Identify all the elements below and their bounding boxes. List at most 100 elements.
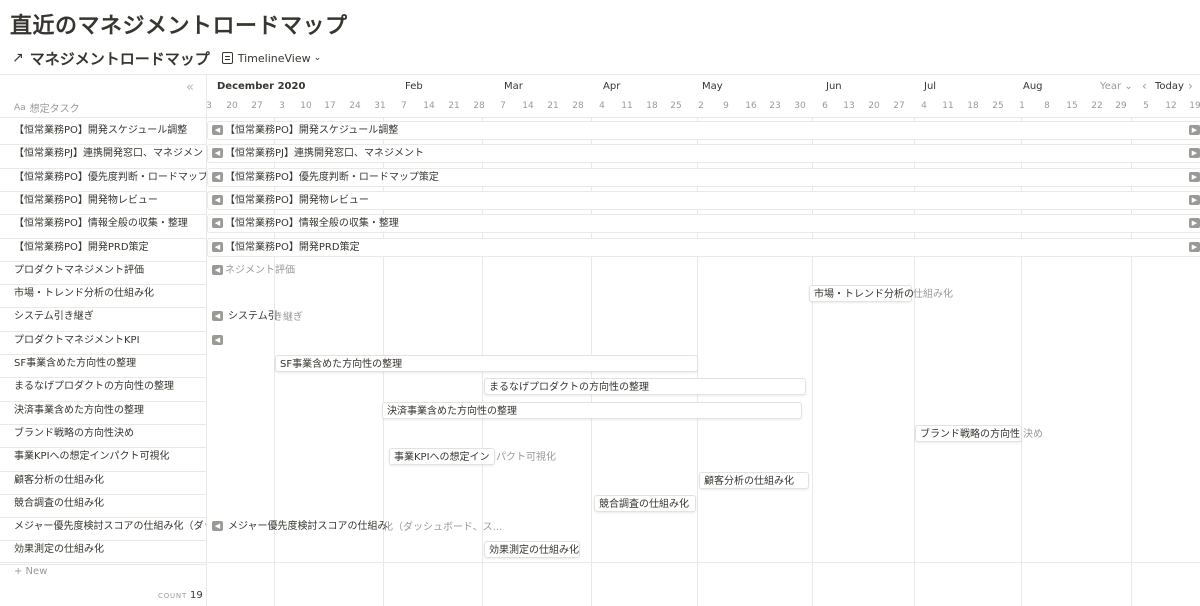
date-tick: 31 — [374, 101, 386, 111]
row-label[interactable]: システム引き継ぎ — [14, 305, 206, 328]
date-tick: 14 — [522, 101, 534, 111]
count-label: COUNT — [158, 592, 188, 600]
arrow-right-icon[interactable]: ▶ — [1189, 195, 1200, 205]
timeline-bar[interactable]: 顧客分析の仕組み化 — [699, 472, 809, 489]
timeline-bar[interactable]: 事業KPIへの想定イン — [389, 448, 495, 465]
timeline-bar[interactable]: 決済事業含めた方向性の整理 — [382, 402, 802, 419]
next-button[interactable]: › — [1188, 79, 1193, 93]
collapse-icon[interactable]: « — [186, 80, 194, 95]
property-header[interactable]: Aa 想定タスク — [14, 100, 80, 116]
row-label[interactable]: 効果測定の仕組み化 — [14, 538, 206, 561]
bar-label: 【恒常業務PO】優先度判断・ロードマップ策定 — [225, 172, 439, 183]
timeline-bar[interactable]: 市場・トレンド分析の — [809, 285, 914, 302]
scale-label: Year — [1100, 81, 1122, 92]
arrow-right-icon[interactable]: ▶ — [1189, 172, 1200, 182]
timeline-bar[interactable]: まるなげプロダクトの方向性の整理 — [484, 378, 806, 395]
date-tick: 14 — [423, 101, 435, 111]
header-bottom-border — [0, 117, 1200, 118]
arrow-left-icon[interactable]: ◀ — [212, 195, 223, 205]
date-tick: 28 — [473, 101, 485, 111]
bar-overflow-label: 仕組み化 — [913, 289, 953, 300]
date-tick: 10 — [300, 101, 312, 111]
arrow-left-icon[interactable]: ◀ — [212, 265, 223, 275]
arrow-left-icon[interactable]: ◀ — [212, 311, 223, 321]
date-tick: 23 — [769, 101, 781, 111]
arrow-left-icon[interactable]: ◀ — [212, 335, 223, 345]
arrow-right-icon[interactable]: ▶ — [1189, 242, 1200, 252]
date-tick: 18 — [967, 101, 979, 111]
arrow-right-icon[interactable]: ▶ — [1189, 148, 1200, 158]
link-arrow-icon[interactable]: ↗ — [12, 50, 24, 66]
today-button[interactable]: Today — [1155, 81, 1184, 92]
arrow-left-icon[interactable]: ◀ — [212, 125, 223, 135]
date-tick: 3 — [206, 101, 212, 111]
database-title[interactable]: マネジメントロードマップ — [30, 48, 210, 69]
date-tick: 6 — [822, 101, 828, 111]
row-label[interactable]: 競合調査の仕組み化 — [14, 492, 206, 515]
date-tick: 22 — [1091, 101, 1103, 111]
date-tick: 15 — [1066, 101, 1078, 111]
row-label[interactable]: 決済事業含めた方向性の整理 — [14, 399, 206, 422]
date-tick: 2 — [698, 101, 704, 111]
view-header: ↗ マネジメントロードマップ TimelineView ⌄ — [12, 47, 321, 69]
scale-select[interactable]: Year ⌄ — [1100, 81, 1133, 92]
date-tick: 7 — [401, 101, 407, 111]
date-tick: 11 — [621, 101, 633, 111]
row-label[interactable]: SF事業含めた方向性の整理 — [14, 352, 206, 375]
arrow-left-icon[interactable]: ◀ — [212, 148, 223, 158]
arrow-left-icon[interactable]: ◀ — [212, 172, 223, 182]
month-label: Jul — [924, 81, 937, 92]
bar-label: 【恒常業務PJ】連携開発窓口、マネジメント — [225, 148, 424, 159]
date-tick: 13 — [843, 101, 855, 111]
view-name[interactable]: TimelineView — [238, 52, 311, 65]
row-label[interactable]: プロダクトマネジメントKPI — [14, 329, 206, 352]
row-label[interactable]: 事業KPIへの想定インパクト可視化 — [14, 445, 206, 468]
row-label[interactable]: 【恒常業務PO】情報全般の収集・整理 — [14, 212, 206, 235]
month-label: May — [702, 81, 723, 92]
date-tick: 7 — [500, 101, 506, 111]
arrow-left-icon[interactable]: ◀ — [212, 521, 223, 531]
date-tick: 5 — [1143, 101, 1149, 111]
month-label: December 2020 — [217, 81, 306, 92]
timeline-bar[interactable]: ブランド戦略の方向性 — [915, 425, 1022, 442]
arrow-left-icon[interactable]: ◀ — [212, 242, 223, 252]
timeline-bar[interactable]: SF事業含めた方向性の整理 — [275, 355, 698, 372]
month-label: Feb — [405, 81, 423, 92]
row-label[interactable]: まるなげプロダクトの方向性の整理 — [14, 375, 206, 398]
row-label[interactable]: 【恒常業務PO】開発物レビュー — [14, 189, 206, 212]
row-label[interactable]: プロダクトマネジメント評価 — [14, 259, 206, 282]
arrow-right-icon[interactable]: ▶ — [1189, 218, 1200, 228]
date-tick: 24 — [349, 101, 361, 111]
timeline-bar[interactable]: 効果測定の仕組み化 — [484, 541, 580, 558]
row-label[interactable]: ブランド戦略の方向性決め — [14, 422, 206, 445]
new-row-button[interactable]: + New — [14, 566, 47, 577]
bar-label: 【恒常業務PO】開発物レビュー — [225, 195, 369, 206]
timeline-bar[interactable]: システム引 — [224, 308, 278, 325]
bar-overflow-label: 決め — [1023, 429, 1043, 440]
timeline-bar[interactable]: メジャー優先度検討スコアの仕組み — [224, 518, 388, 535]
arrow-left-icon[interactable]: ◀ — [212, 218, 223, 228]
row-label[interactable]: 【恒常業務PO】優先度判断・ロードマップ策定 — [14, 166, 206, 189]
date-tick: 4 — [599, 101, 605, 111]
date-tick: 1 — [1019, 101, 1025, 111]
date-tick: 29 — [1115, 101, 1127, 111]
bar-overflow-label: き継ぎ — [273, 312, 303, 323]
date-tick: 27 — [251, 101, 263, 111]
chevron-down-icon[interactable]: ⌄ — [314, 53, 322, 63]
date-tick: 27 — [893, 101, 905, 111]
date-tick: 12 — [1165, 101, 1177, 111]
arrow-right-icon[interactable]: ▶ — [1189, 125, 1200, 135]
date-tick: 28 — [572, 101, 584, 111]
row-label[interactable]: 【恒常業務PO】開発スケジュール調整 — [14, 119, 206, 142]
row-label[interactable]: 顧客分析の仕組み化 — [14, 469, 206, 492]
row-label[interactable]: 【恒常業務PJ】連携開発窓口、マネジメント — [14, 142, 206, 165]
count-summary: COUNT 19 — [158, 590, 203, 601]
date-tick: 8 — [1044, 101, 1050, 111]
row-label[interactable]: 市場・トレンド分析の仕組み化 — [14, 282, 206, 305]
prev-button[interactable]: ‹ — [1142, 79, 1147, 93]
row-label[interactable]: メジャー優先度検討スコアの仕組み化（ダッシュボード、スコアリング） — [14, 515, 206, 538]
property-header-label: 想定タスク — [29, 104, 80, 115]
row-label[interactable]: 【恒常業務PO】開発PRD策定 — [14, 236, 206, 259]
month-label: Mar — [504, 81, 523, 92]
timeline-bar[interactable]: 競合調査の仕組み化 — [594, 495, 696, 512]
